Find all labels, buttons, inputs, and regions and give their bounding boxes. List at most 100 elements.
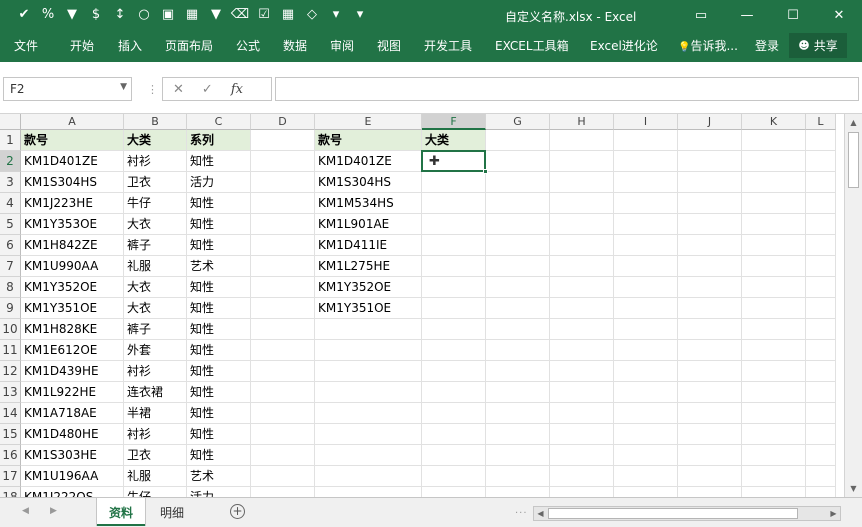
cell-e8[interactable]: KM1Y352OE [315, 277, 422, 298]
cell-j13[interactable] [678, 382, 742, 403]
cell-j11[interactable] [678, 340, 742, 361]
cell-a14[interactable]: KM1A718AE [21, 403, 124, 424]
cell-a2[interactable]: KM1D401ZE [21, 151, 124, 172]
cell-d5[interactable] [251, 214, 315, 235]
cell-e6[interactable]: KM1D411IE [315, 235, 422, 256]
cell-b1[interactable]: 大类 [124, 130, 187, 151]
tab-view[interactable]: 视图 [377, 37, 401, 54]
cell-d12[interactable] [251, 361, 315, 382]
name-box[interactable]: F2 ▼ [3, 77, 132, 101]
column-header-l[interactable]: L [806, 114, 836, 130]
cell-c10[interactable]: 知性 [187, 319, 251, 340]
row-header-2[interactable]: 2 [0, 151, 21, 172]
tab-home[interactable]: 开始 [70, 37, 94, 54]
cell-e4[interactable]: KM1M534HS [315, 193, 422, 214]
cell-e14[interactable] [315, 403, 422, 424]
cell-h8[interactable] [550, 277, 614, 298]
cell-a1[interactable]: 款号 [21, 130, 124, 151]
cell-l4[interactable] [806, 193, 836, 214]
cell-f7[interactable] [422, 256, 486, 277]
cell-e15[interactable] [315, 424, 422, 445]
cell-e13[interactable] [315, 382, 422, 403]
cell-a12[interactable]: KM1D439HE [21, 361, 124, 382]
cell-c14[interactable]: 知性 [187, 403, 251, 424]
cell-f13[interactable] [422, 382, 486, 403]
row-header-14[interactable]: 14 [0, 403, 21, 424]
cell-g17[interactable] [486, 466, 550, 487]
cell-l13[interactable] [806, 382, 836, 403]
cell-e18[interactable] [315, 487, 422, 497]
scroll-down-icon[interactable]: ▼ [845, 480, 862, 497]
row-header-16[interactable]: 16 [0, 445, 21, 466]
currency-icon[interactable]: $ [86, 4, 106, 24]
cell-l5[interactable] [806, 214, 836, 235]
add-sheet-icon[interactable]: + [230, 504, 245, 519]
cell-e10[interactable] [315, 319, 422, 340]
cell-i11[interactable] [614, 340, 678, 361]
cell-f6[interactable] [422, 235, 486, 256]
cell-h13[interactable] [550, 382, 614, 403]
cell-h6[interactable] [550, 235, 614, 256]
checkbox-icon[interactable]: ☑ [254, 4, 274, 24]
cell-c1[interactable]: 系列 [187, 130, 251, 151]
column-header-f[interactable]: F [422, 114, 486, 130]
cell-l3[interactable] [806, 172, 836, 193]
cell-k2[interactable] [742, 151, 806, 172]
cell-g12[interactable] [486, 361, 550, 382]
cell-c9[interactable]: 知性 [187, 298, 251, 319]
cell-b10[interactable]: 裤子 [124, 319, 187, 340]
cell-b8[interactable]: 大衣 [124, 277, 187, 298]
minimize-button[interactable]: — [724, 0, 770, 30]
cell-k18[interactable] [742, 487, 806, 497]
cell-d1[interactable] [251, 130, 315, 151]
cell-g8[interactable] [486, 277, 550, 298]
cell-j7[interactable] [678, 256, 742, 277]
splitter-icon[interactable]: ⋮ [147, 83, 158, 96]
cell-g1[interactable] [486, 130, 550, 151]
row-header-8[interactable]: 8 [0, 277, 21, 298]
cell-d15[interactable] [251, 424, 315, 445]
row-header-3[interactable]: 3 [0, 172, 21, 193]
cell-b6[interactable]: 裤子 [124, 235, 187, 256]
ribbon-display-options-button[interactable]: ▭ [678, 0, 724, 30]
sheet-tab-detail[interactable]: 明细 [148, 498, 196, 526]
cell-k1[interactable] [742, 130, 806, 151]
column-header-a[interactable]: A [21, 114, 124, 130]
cell-d16[interactable] [251, 445, 315, 466]
select-all-corner[interactable] [0, 114, 21, 130]
cell-a15[interactable]: KM1D480HE [21, 424, 124, 445]
cell-l11[interactable] [806, 340, 836, 361]
cell-a9[interactable]: KM1Y351OE [21, 298, 124, 319]
cell-g16[interactable] [486, 445, 550, 466]
cell-d2[interactable] [251, 151, 315, 172]
cell-j5[interactable] [678, 214, 742, 235]
cell-l2[interactable] [806, 151, 836, 172]
cell-j15[interactable] [678, 424, 742, 445]
column-header-d[interactable]: D [251, 114, 315, 130]
fill-handle[interactable] [483, 169, 488, 174]
row-header-9[interactable]: 9 [0, 298, 21, 319]
more-options-icon[interactable]: ... [515, 505, 528, 516]
cell-e5[interactable]: KM1L901AE [315, 214, 422, 235]
cell-b17[interactable]: 礼服 [124, 466, 187, 487]
cell-i18[interactable] [614, 487, 678, 497]
cell-e3[interactable]: KM1S304HS [315, 172, 422, 193]
cell-l7[interactable] [806, 256, 836, 277]
cell-g3[interactable] [486, 172, 550, 193]
tab-page-layout[interactable]: 页面布局 [165, 37, 213, 54]
column-header-b[interactable]: B [124, 114, 187, 130]
cell-g5[interactable] [486, 214, 550, 235]
insert-function-icon[interactable]: fx [231, 82, 243, 97]
tab-developer[interactable]: 开发工具 [424, 37, 472, 54]
cell-k6[interactable] [742, 235, 806, 256]
cell-b7[interactable]: 礼服 [124, 256, 187, 277]
cell-f4[interactable] [422, 193, 486, 214]
tab-review[interactable]: 审阅 [330, 37, 354, 54]
cell-l16[interactable] [806, 445, 836, 466]
cell-b14[interactable]: 半裙 [124, 403, 187, 424]
scroll-up-icon[interactable]: ▲ [845, 114, 862, 131]
row-header-7[interactable]: 7 [0, 256, 21, 277]
cell-h15[interactable] [550, 424, 614, 445]
cell-a7[interactable]: KM1U990AA [21, 256, 124, 277]
cell-d11[interactable] [251, 340, 315, 361]
